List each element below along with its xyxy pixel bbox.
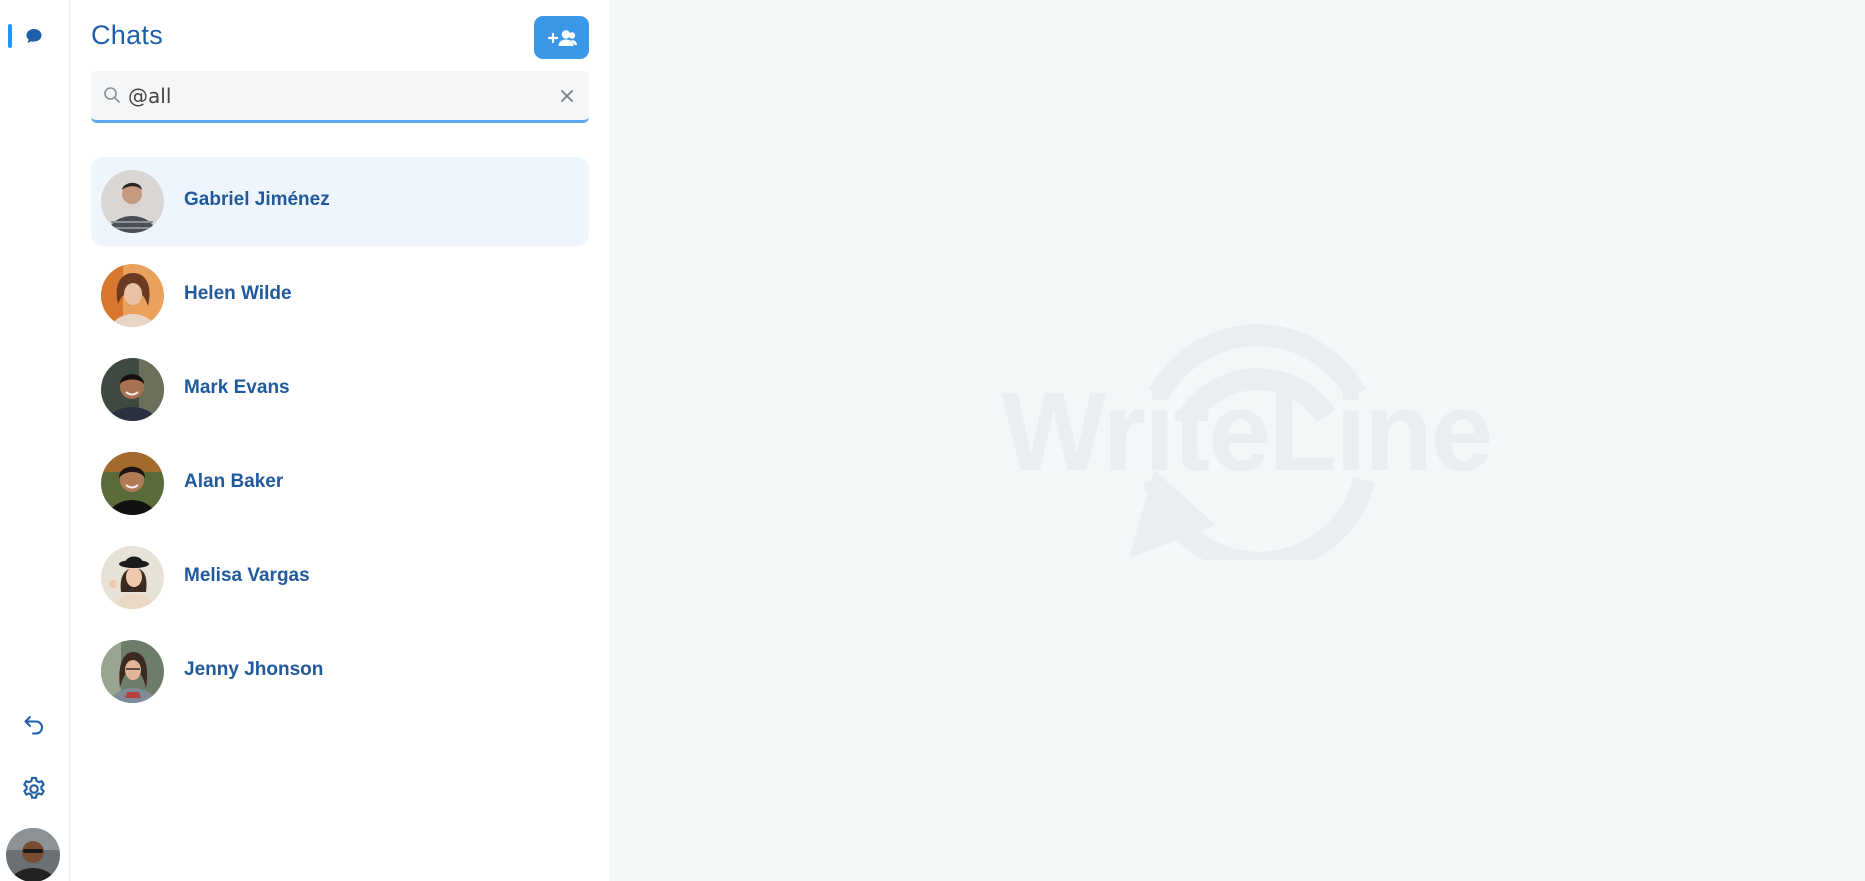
undo-icon [24,716,43,735]
nav-settings-button[interactable] [14,769,54,809]
active-nav-indicator [8,24,12,48]
avatar [101,264,164,327]
contact-item-melisa[interactable]: Melisa Vargas [91,533,589,622]
watermark-text: WriteLine [1001,369,1491,494]
contact-name: Alan Baker [184,471,284,492]
search-bar [91,71,589,123]
contact-name: Jenny Jhonson [184,659,324,680]
contact-name: Gabriel Jiménez [184,189,330,210]
contact-item-jenny[interactable]: Jenny Jhonson [91,627,589,716]
app-window: Chats @all Gabriel Jiménez Helen Wilde M… [0,0,1865,881]
nav-back-button[interactable] [14,704,54,744]
page-title: Chats [91,20,164,50]
gear-icon [23,776,45,799]
close-icon [561,90,573,102]
chat-bubble-icon [26,29,42,43]
writeline-logo-watermark: WriteLine [1001,324,1493,560]
search-input[interactable] [128,79,538,113]
contact-name: Helen Wilde [184,283,292,304]
avatar [101,358,164,421]
clear-search-button[interactable] [557,86,577,106]
profile-avatar[interactable] [6,828,60,881]
chat-list-panel: Chats @all Gabriel Jiménez Helen Wilde M… [71,0,609,881]
sidebar-rail [0,0,70,881]
contact-item-alan[interactable]: Alan Baker [91,439,589,528]
nav-chats-button[interactable] [14,16,54,56]
avatar [101,546,164,609]
add-user-icon [547,29,577,46]
conversation-area: WriteLine [609,0,1865,881]
contact-item-mark[interactable]: Mark Evans [91,345,589,434]
search-icon [104,87,120,103]
contact-item-gabriel[interactable]: Gabriel Jiménez [91,157,589,246]
avatar [101,170,164,233]
contact-item-helen[interactable]: Helen Wilde [91,251,589,340]
contact-name: Mark Evans [184,377,290,398]
avatar [101,452,164,515]
avatar [101,640,164,703]
contact-name: Melisa Vargas [184,565,310,586]
add-contact-button[interactable] [534,16,589,59]
